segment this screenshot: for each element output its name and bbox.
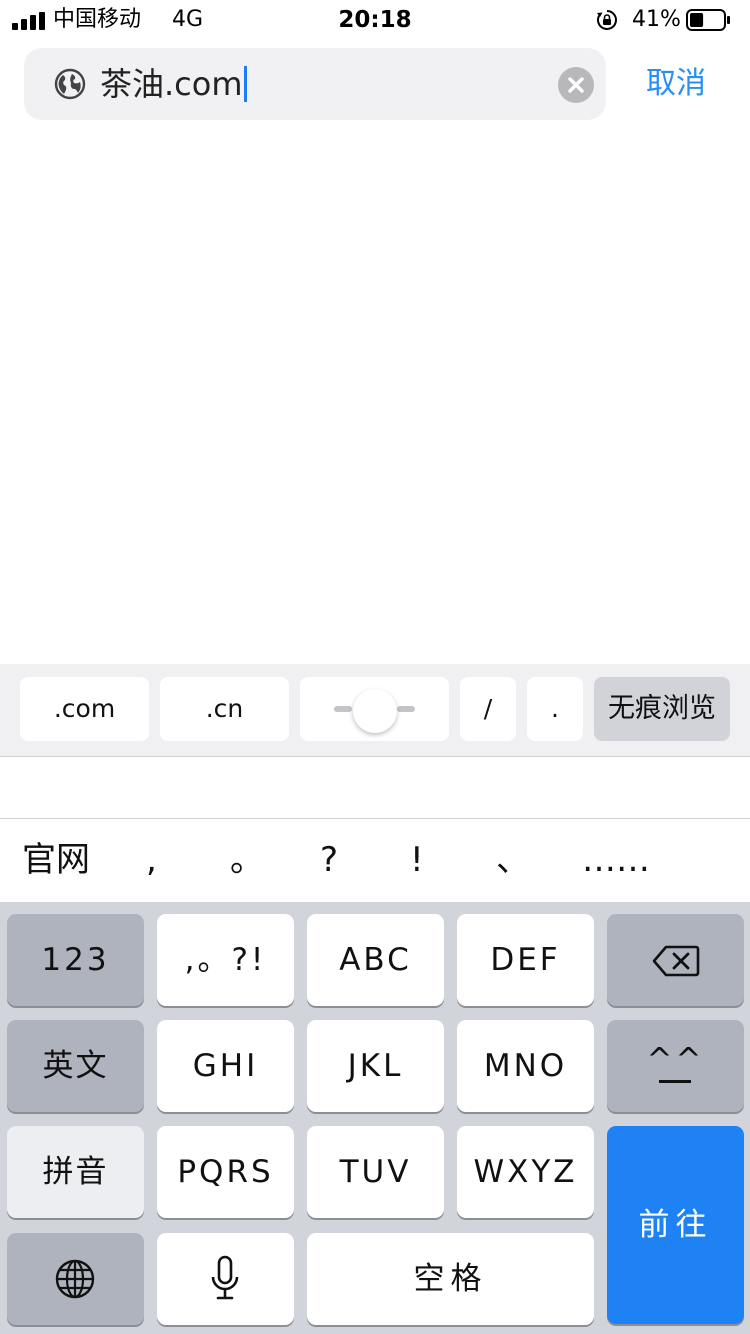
emoticon-label: ^^ xyxy=(646,1042,705,1078)
status-bar: 中国移动 4G 20:18 41% xyxy=(0,0,750,40)
globe-icon xyxy=(54,68,86,100)
candidate-dun-comma[interactable]: 、 xyxy=(496,835,530,885)
wxyz-key[interactable]: WXYZ xyxy=(457,1126,594,1218)
url-shortcut-bar: .com .cn / . 无痕浏览 xyxy=(0,664,750,757)
battery-icon xyxy=(686,9,730,31)
close-icon xyxy=(568,77,584,93)
go-key[interactable]: 前往 xyxy=(607,1126,744,1324)
battery-percent: 41% xyxy=(632,7,681,32)
keyboard: 123 ,。?! ABC DEF 英文 GHI JKL MNO ^^ 拼音 PQ… xyxy=(0,902,750,1334)
emoticon-key[interactable]: ^^ xyxy=(607,1020,744,1112)
url-input[interactable]: 茶油.com xyxy=(24,48,606,120)
shortcut-dot-key[interactable]: . xyxy=(527,677,583,741)
space-key[interactable]: 空格 xyxy=(307,1233,594,1325)
dictation-key[interactable] xyxy=(157,1233,294,1325)
delete-key[interactable] xyxy=(607,914,744,1006)
candidate-comma[interactable]: , xyxy=(146,835,157,885)
url-text: 茶油.com xyxy=(100,62,247,106)
shortcut-com-key[interactable]: .com xyxy=(20,677,149,741)
jkl-key[interactable]: JKL xyxy=(307,1020,444,1112)
emoticon-mouth xyxy=(659,1080,691,1083)
globe-icon xyxy=(55,1259,95,1299)
slider-track-left xyxy=(334,706,352,712)
backspace-icon xyxy=(652,945,700,977)
english-key[interactable]: 英文 xyxy=(7,1020,144,1112)
rotation-lock-icon xyxy=(597,10,617,30)
url-value: 茶油.com xyxy=(100,65,243,103)
private-browsing-button[interactable]: 无痕浏览 xyxy=(594,677,730,741)
candidate-word[interactable]: 官网 xyxy=(22,835,90,885)
text-caret xyxy=(243,66,247,102)
punctuation-key[interactable]: ,。?! xyxy=(157,914,294,1006)
pqrs-key[interactable]: PQRS xyxy=(157,1126,294,1218)
pinyin-key[interactable]: 拼音 xyxy=(7,1126,144,1218)
abc-key[interactable]: ABC xyxy=(307,914,444,1006)
candidate-ellipsis[interactable]: …… xyxy=(582,835,650,885)
mno-key[interactable]: MNO xyxy=(457,1020,594,1112)
microphone-icon xyxy=(211,1255,239,1300)
numbers-key[interactable]: 123 xyxy=(7,914,144,1006)
slider-knob[interactable] xyxy=(353,689,397,733)
candidate-question[interactable]: ? xyxy=(320,835,338,885)
def-key[interactable]: DEF xyxy=(457,914,594,1006)
clear-text-button[interactable] xyxy=(558,67,594,103)
switch-keyboard-key[interactable] xyxy=(7,1233,144,1325)
ghi-key[interactable]: GHI xyxy=(157,1020,294,1112)
shortcut-cn-key[interactable]: .cn xyxy=(160,677,289,741)
candidate-bar: 官网 , 。 ? ! 、 …… xyxy=(0,819,750,901)
shortcut-slash-key[interactable]: / xyxy=(460,677,516,741)
cancel-button[interactable]: 取消 xyxy=(626,60,726,108)
tuv-key[interactable]: TUV xyxy=(307,1126,444,1218)
candidate-period[interactable]: 。 xyxy=(230,835,264,885)
cursor-slider[interactable] xyxy=(300,677,449,741)
keyboard-top-band xyxy=(0,757,750,819)
candidate-exclaim[interactable]: ! xyxy=(410,835,424,885)
slider-track-right xyxy=(397,706,415,712)
